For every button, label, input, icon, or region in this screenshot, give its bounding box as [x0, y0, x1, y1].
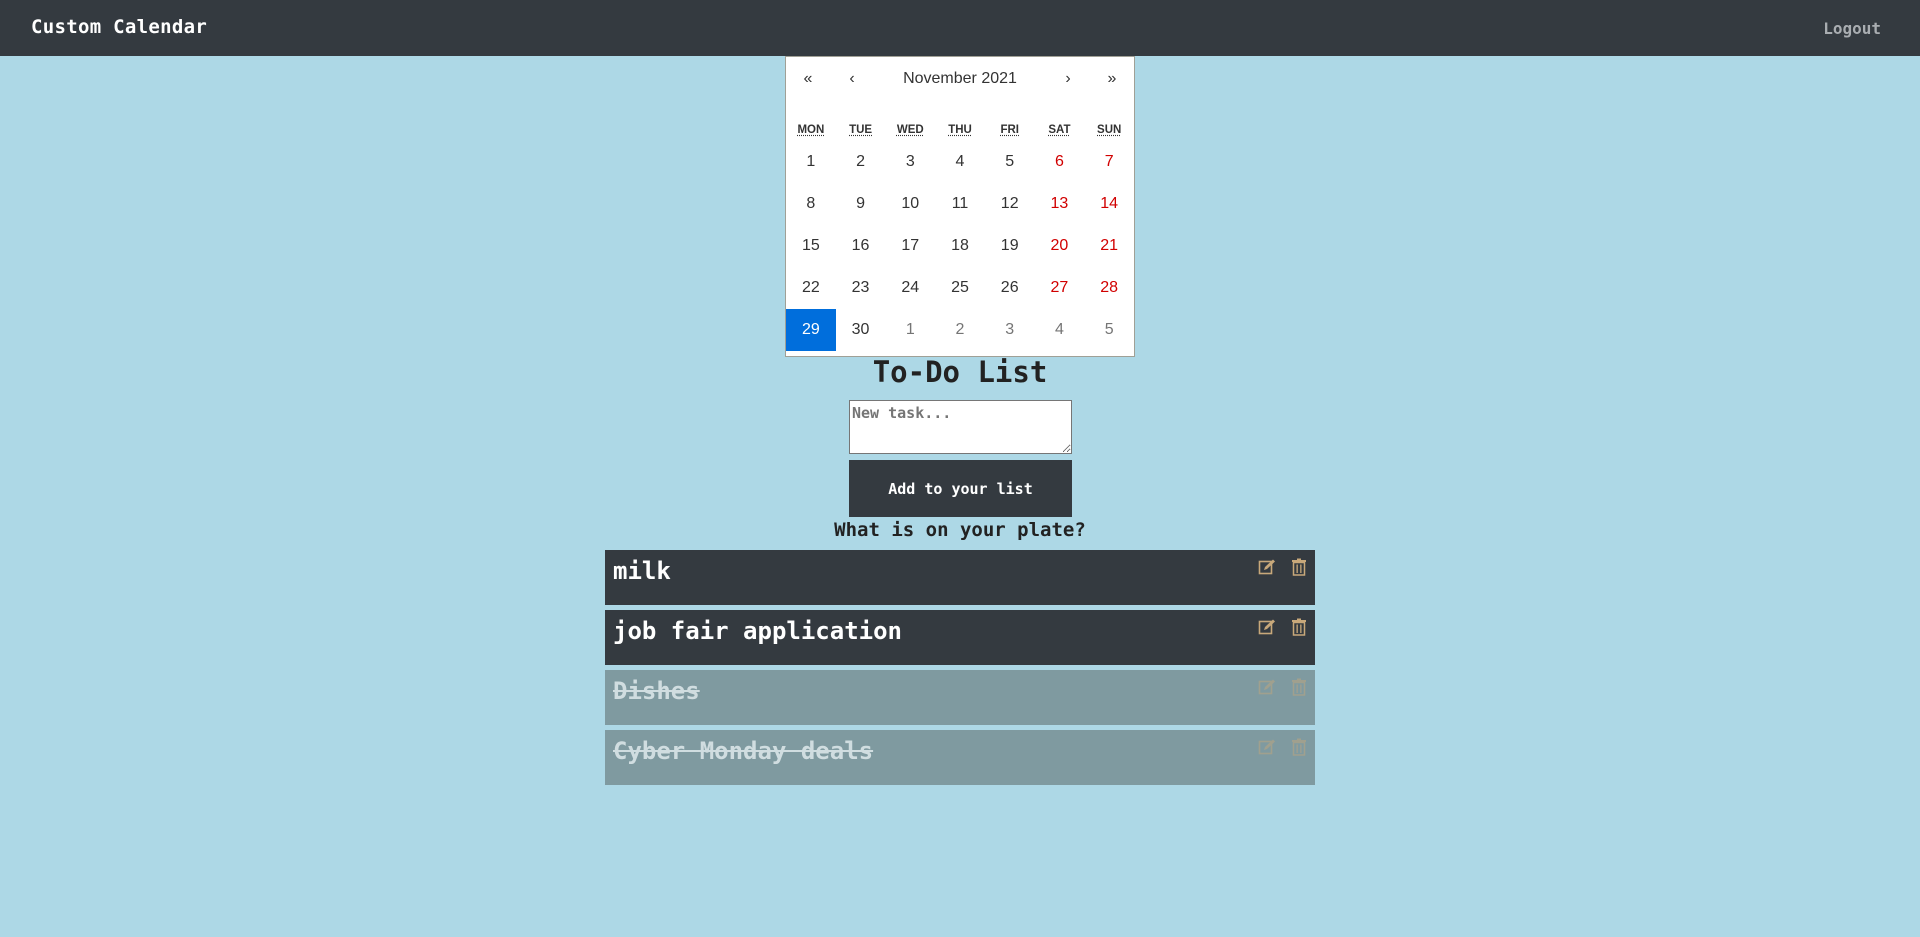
trash-icon[interactable]	[1290, 618, 1308, 636]
task-item[interactable]: Cyber Monday deals	[605, 730, 1315, 785]
trash-icon[interactable]	[1290, 558, 1308, 576]
calendar-day[interactable]: 25	[935, 267, 985, 309]
prev-month-button[interactable]: ‹	[830, 57, 874, 101]
task-text: Cyber Monday deals	[613, 737, 874, 765]
calendar-day[interactable]: 11	[935, 183, 985, 225]
trash-icon[interactable]	[1290, 738, 1308, 756]
calendar-day[interactable]: 22	[786, 267, 836, 309]
calendar-day[interactable]: 1	[786, 141, 836, 183]
weekday-label: MON	[797, 124, 825, 136]
calendar-day[interactable]: 1	[885, 309, 935, 351]
navbar: Custom Calendar Logout	[0, 0, 1920, 56]
calendar-day[interactable]: 15	[786, 225, 836, 267]
weekday-label: FRI	[1000, 124, 1019, 136]
calendar-day[interactable]: 13	[1035, 183, 1085, 225]
calendar-day-selected[interactable]: 29	[786, 309, 836, 351]
new-task-input[interactable]	[849, 400, 1072, 454]
weekday-label: WED	[896, 124, 924, 136]
task-list-heading: What is on your plate?	[834, 519, 1086, 541]
logout-link[interactable]: Logout	[1823, 19, 1881, 38]
calendar-day[interactable]: 20	[1035, 225, 1085, 267]
calendar-day[interactable]: 3	[985, 309, 1035, 351]
calendar-navigation: « ‹ November 2021 › »	[786, 57, 1134, 101]
calendar-day[interactable]: 14	[1084, 183, 1134, 225]
calendar-day[interactable]: 6	[1035, 141, 1085, 183]
calendar-day[interactable]: 7	[1084, 141, 1134, 183]
calendar-day[interactable]: 18	[935, 225, 985, 267]
calendar-day[interactable]: 24	[885, 267, 935, 309]
calendar-day[interactable]: 4	[1035, 309, 1085, 351]
calendar-day[interactable]: 8	[786, 183, 836, 225]
calendar-day[interactable]: 2	[935, 309, 985, 351]
calendar-day[interactable]: 28	[1084, 267, 1134, 309]
task-item[interactable]: milk	[605, 550, 1315, 605]
calendar-day[interactable]: 16	[836, 225, 886, 267]
add-task-button[interactable]: Add to your list	[849, 460, 1072, 517]
task-item[interactable]: Dishes	[605, 670, 1315, 725]
calendar-day[interactable]: 21	[1084, 225, 1134, 267]
edit-icon[interactable]	[1258, 678, 1276, 696]
calendar-day[interactable]: 12	[985, 183, 1035, 225]
calendar-day[interactable]: 17	[885, 225, 935, 267]
trash-icon[interactable]	[1290, 678, 1308, 696]
calendar-day[interactable]: 10	[885, 183, 935, 225]
calendar-day[interactable]: 2	[836, 141, 886, 183]
calendar-days-grid: 1 2 3 4 5 6 7 8 9 10 11 12 13 14 15 16 17 18 19 20 21 22 23 24 2…	[786, 141, 1134, 351]
calendar-day[interactable]: 26	[985, 267, 1035, 309]
calendar-day[interactable]: 9	[836, 183, 886, 225]
task-text: milk	[613, 557, 671, 585]
calendar-day[interactable]: 5	[985, 141, 1035, 183]
task-text: job fair application	[613, 617, 902, 645]
calendar-day[interactable]: 5	[1084, 309, 1134, 351]
calendar-day[interactable]: 19	[985, 225, 1035, 267]
edit-icon[interactable]	[1258, 618, 1276, 636]
weekday-label: THU	[948, 124, 972, 136]
task-item[interactable]: job fair application	[605, 610, 1315, 665]
prev-year-button[interactable]: «	[786, 57, 830, 101]
weekday-label: SAT	[1048, 124, 1071, 136]
todo-title: To-Do List	[872, 355, 1048, 389]
weekday-header: MON TUE WED THU FRI SAT SUN	[786, 124, 1134, 136]
calendar-day[interactable]: 23	[836, 267, 886, 309]
calendar-day[interactable]: 30	[836, 309, 886, 351]
edit-icon[interactable]	[1258, 738, 1276, 756]
edit-icon[interactable]	[1258, 558, 1276, 576]
task-text: Dishes	[613, 677, 700, 705]
next-month-button[interactable]: ›	[1046, 57, 1090, 101]
calendar-day[interactable]: 27	[1035, 267, 1085, 309]
weekday-label: TUE	[849, 124, 873, 136]
app-title[interactable]: Custom Calendar	[31, 16, 207, 38]
calendar-day[interactable]: 3	[885, 141, 935, 183]
next-year-button[interactable]: »	[1090, 57, 1134, 101]
calendar: « ‹ November 2021 › » MON TUE WED THU FRI SAT…	[785, 56, 1135, 357]
calendar-day[interactable]: 4	[935, 141, 985, 183]
calendar-month-label[interactable]: November 2021	[874, 57, 1046, 101]
weekday-label: SUN	[1097, 124, 1122, 136]
